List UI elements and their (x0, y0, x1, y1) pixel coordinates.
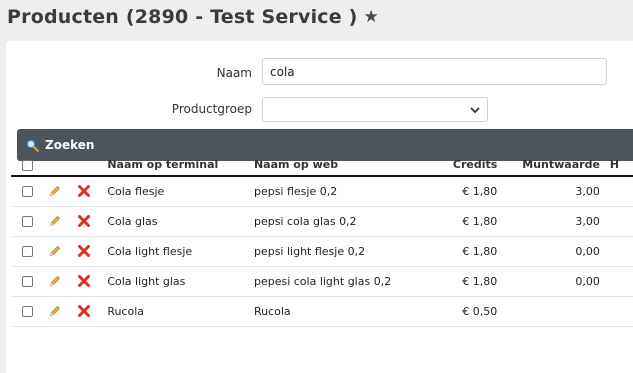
products-table: Naam op terminal Naam op web Credits Mun… (11, 154, 633, 327)
naam-input[interactable] (262, 58, 607, 85)
row-checkbox[interactable] (22, 276, 33, 287)
header-muntwaarde[interactable]: Muntwaarde (505, 154, 610, 177)
edit-cell (47, 296, 77, 327)
delete-cell (76, 236, 105, 267)
cell-terminal: Cola light flesje (104, 236, 251, 267)
delete-icon[interactable] (77, 244, 105, 258)
table-row: Cola flesje pepsi flesje 0,2 € 1,80 3,00 (11, 176, 633, 207)
pencil-icon[interactable] (48, 244, 77, 258)
cell-muntwaarde: 3,00 (505, 206, 610, 237)
cell-extra (609, 176, 633, 207)
cell-web: pepsi flesje 0,2 (250, 176, 426, 207)
cell-credits: € 1,80 (425, 266, 506, 297)
delete-icon[interactable] (77, 214, 105, 228)
cell-muntwaarde (505, 296, 610, 327)
row-checkbox[interactable] (22, 246, 33, 257)
row-select-cell (11, 206, 48, 237)
row-select-cell (11, 266, 48, 297)
pencil-icon[interactable] (48, 304, 77, 318)
cell-credits: € 1,80 (425, 236, 506, 267)
row-checkbox[interactable] (22, 306, 33, 317)
page-title: Producten (2890 - Test Service ) ★ (7, 6, 379, 28)
cell-web: pepesi cola light glas 0,2 (250, 266, 426, 297)
delete-icon[interactable] (77, 304, 105, 318)
row-checkbox[interactable] (22, 186, 33, 198)
delete-column-header (76, 154, 105, 177)
cell-credits: € 1,80 (425, 176, 506, 207)
productgroep-label: Productgroep (171, 102, 252, 116)
edit-cell (47, 206, 77, 237)
delete-icon[interactable] (77, 274, 105, 288)
table-row: Cola light glas pepesi cola light glas 0… (11, 266, 633, 297)
chevron-down-icon (468, 102, 482, 116)
cell-credits: € 0,50 (425, 296, 506, 327)
delete-cell (76, 266, 105, 297)
page-title-text: Producten (2890 - Test Service ) (7, 6, 358, 28)
edit-cell (47, 176, 77, 207)
edit-column-header (47, 154, 77, 177)
delete-cell (76, 176, 105, 207)
table-row: Cola glas pepsi cola glas 0,2 € 1,80 3,0… (11, 206, 633, 237)
naam-label: Naam (216, 66, 252, 80)
cell-muntwaarde: 0,00 (505, 236, 610, 267)
cell-extra (609, 296, 633, 327)
header-extra[interactable]: H (609, 154, 633, 177)
cell-terminal: Cola light glas (104, 266, 251, 297)
table-row: Cola light flesje pepsi light flesje 0,2… (11, 236, 633, 267)
select-all-cell (11, 154, 48, 177)
header-credits[interactable]: Credits (425, 154, 506, 177)
header-naam-op-terminal[interactable]: Naam op terminal (104, 154, 251, 177)
delete-icon[interactable] (77, 184, 105, 198)
cell-credits: € 1,80 (425, 206, 506, 237)
pencil-icon[interactable] (48, 184, 77, 198)
row-select-cell (11, 296, 48, 327)
delete-cell (76, 296, 105, 327)
cell-muntwaarde: 3,00 (505, 176, 610, 207)
cell-terminal: Cola glas (104, 206, 251, 237)
select-all-checkbox[interactable] (22, 159, 33, 171)
cell-extra (609, 236, 633, 267)
row-checkbox[interactable] (22, 216, 33, 227)
table-row: Rucola Rucola € 0,50 (11, 296, 633, 327)
cell-web: Rucola (250, 296, 426, 327)
star-icon[interactable]: ★ (364, 7, 379, 27)
cell-extra (609, 266, 633, 297)
delete-cell (76, 206, 105, 237)
header-naam-op-web[interactable]: Naam op web (250, 154, 426, 177)
cell-web: pepsi light flesje 0,2 (250, 236, 426, 267)
row-select-cell (11, 236, 48, 267)
cell-terminal: Cola flesje (104, 176, 251, 207)
search-label: Zoeken (45, 138, 95, 152)
edit-cell (47, 266, 77, 297)
cell-extra (609, 206, 633, 237)
pencil-icon[interactable] (48, 274, 77, 288)
magnifier-icon (26, 139, 39, 152)
pencil-icon[interactable] (48, 214, 77, 228)
edit-cell (47, 236, 77, 267)
row-select-cell (11, 176, 48, 207)
cell-muntwaarde: 0,00 (505, 266, 610, 297)
productgroep-select[interactable] (262, 97, 488, 122)
table-header-row: Naam op terminal Naam op web Credits Mun… (11, 154, 633, 177)
cell-terminal: Rucola (104, 296, 251, 327)
cell-web: pepsi cola glas 0,2 (250, 206, 426, 237)
